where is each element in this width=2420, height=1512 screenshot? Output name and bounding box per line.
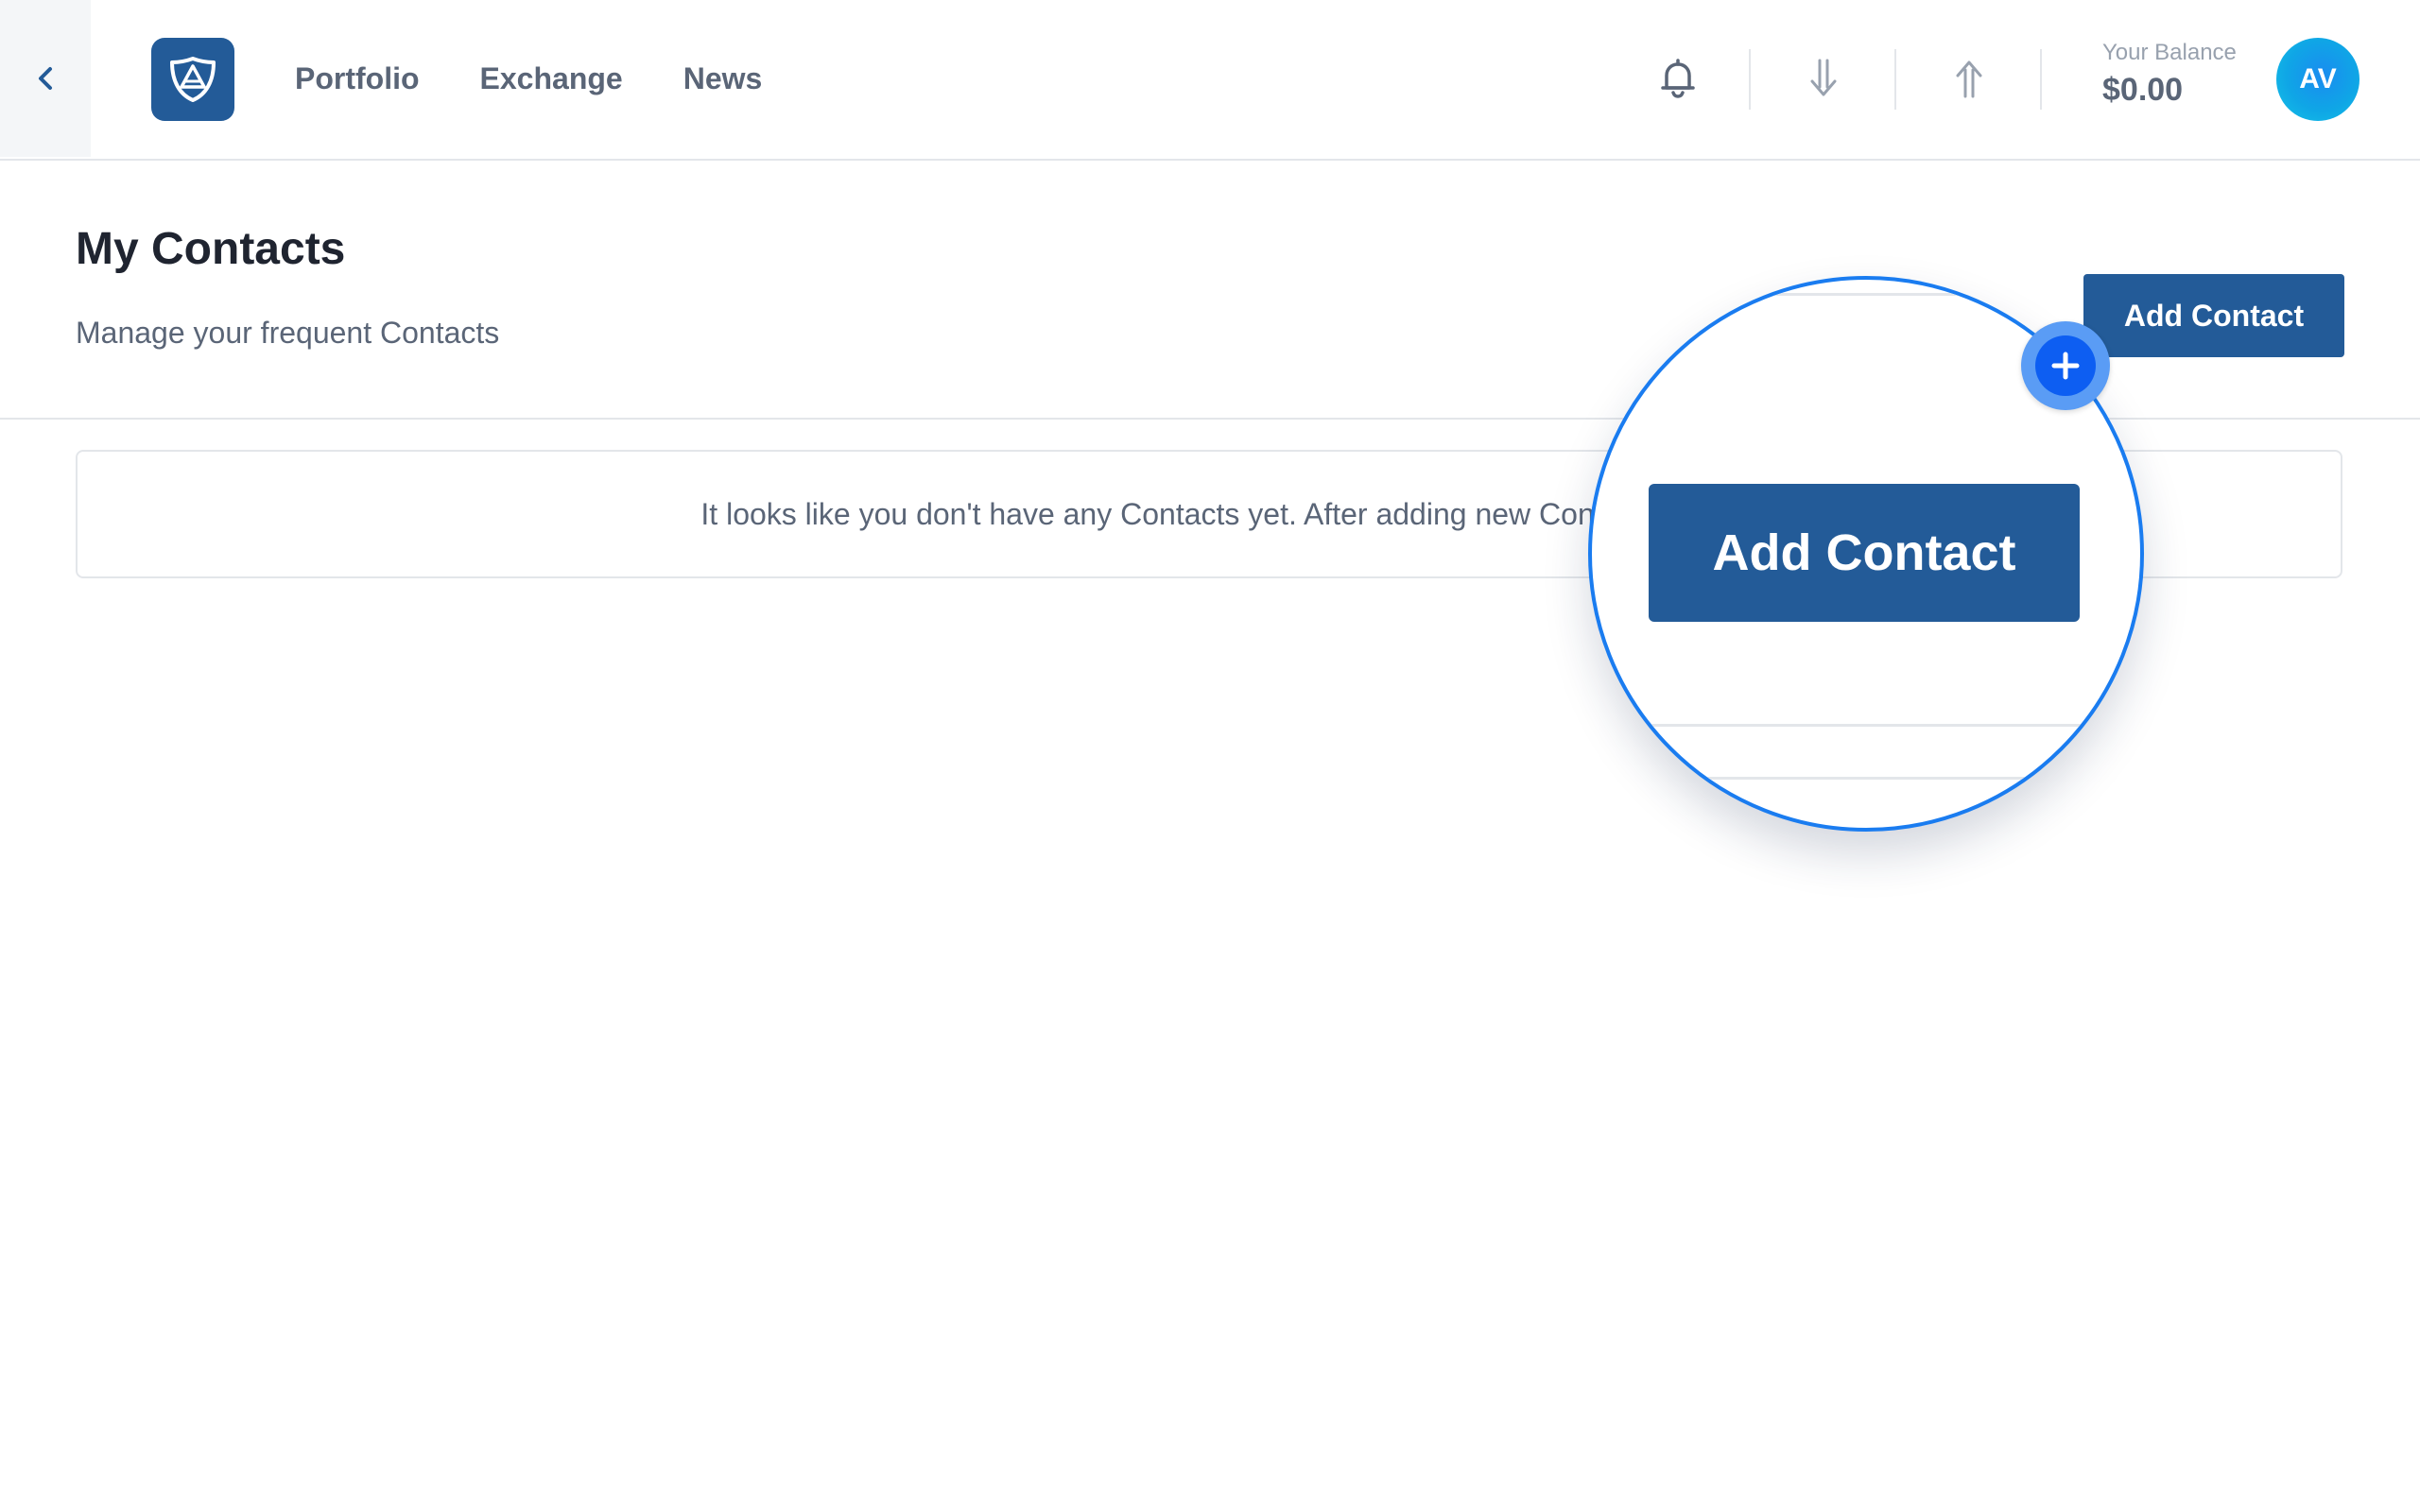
shield-logo-icon [170,57,216,102]
balance-value: $0.00 [2102,72,2184,108]
main-nav: Portfolio Exchange News [295,0,762,157]
page-subtitle: Manage your frequent Contacts [76,316,500,350]
plus-badge [2021,321,2110,410]
add-contact-button[interactable]: Add Contact [2083,274,2344,357]
header-divider [1749,49,1751,110]
nav-exchange[interactable]: Exchange [480,61,623,96]
balance-label: Your Balance [2102,40,2237,65]
nav-portfolio[interactable]: Portfolio [295,61,420,96]
plus-icon [2051,352,2080,380]
nav-news[interactable]: News [683,61,763,96]
empty-state-message: It looks like you don't have any Contact… [700,496,1718,531]
back-button[interactable] [0,0,91,157]
page-title: My Contacts [76,224,346,274]
magnified-add-contact-button[interactable]: Add Contact [1649,484,2080,622]
receive-arrow-icon [1810,59,1837,96]
send-button[interactable] [1938,47,2000,110]
top-header: Portfolio Exchange News Your Balance $0.… [0,0,2420,161]
receive-button[interactable] [1792,47,1855,110]
plus-badge-inner [2035,335,2096,396]
app-logo[interactable] [151,38,234,121]
avatar[interactable]: AV [2276,38,2360,121]
balance-display: Your Balance $0.00 [2102,40,2237,109]
notifications-button[interactable] [1647,47,1709,110]
magnifier-divider [1686,293,2046,296]
header-divider [1894,49,1896,110]
header-divider [2040,49,2042,110]
back-chevron-icon [39,67,52,90]
bell-icon [1661,59,1695,98]
magnifier-divider [1630,724,2121,727]
magnifier-divider [1649,777,2102,780]
send-arrow-icon [1956,60,1982,98]
